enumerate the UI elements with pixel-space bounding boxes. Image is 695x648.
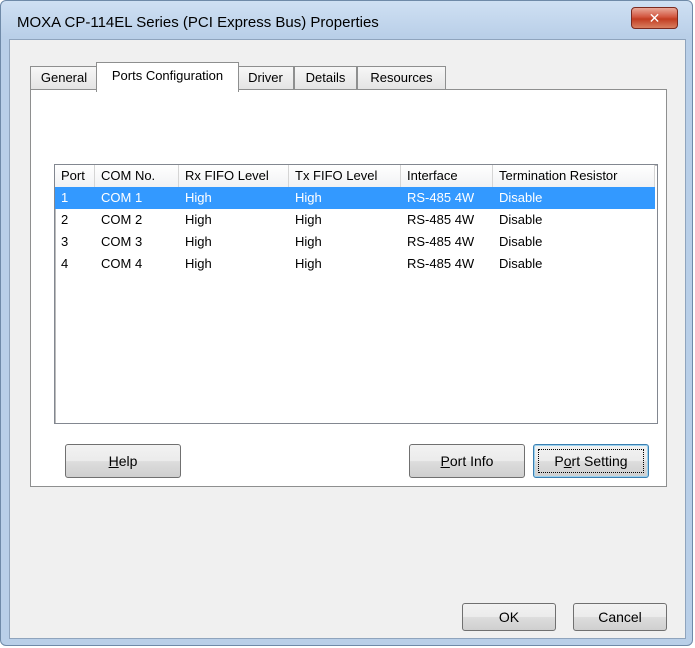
tab-ports-configuration[interactable]: Ports Configuration xyxy=(96,62,239,92)
cell-com-no: COM 1 xyxy=(101,190,143,205)
column-header-tx-fifo[interactable]: Tx FIFO Level xyxy=(289,165,401,187)
table-row[interactable]: 3 COM 3 High High RS-485 4W Disable xyxy=(55,231,655,253)
cell-interface: RS-485 4W xyxy=(407,234,475,249)
cell-tx-fifo: High xyxy=(295,190,322,205)
close-button[interactable]: ✕ xyxy=(631,7,678,29)
cell-com-no: COM 4 xyxy=(101,256,143,271)
title-bar[interactable]: MOXA CP-114EL Series (PCI Express Bus) P… xyxy=(1,1,692,41)
cell-rx-fifo: High xyxy=(185,212,212,227)
cancel-button[interactable]: Cancel xyxy=(573,603,667,631)
cell-port: 1 xyxy=(61,190,69,205)
cell-interface: RS-485 4W xyxy=(407,256,475,271)
cell-termination-resistor: Disable xyxy=(499,256,543,271)
table-row[interactable]: 2 COM 2 High High RS-485 4W Disable xyxy=(55,209,655,231)
column-header-com-no[interactable]: COM No. xyxy=(95,165,179,187)
close-icon: ✕ xyxy=(648,10,661,26)
cell-com-no: COM 2 xyxy=(101,212,143,227)
ports-list[interactable]: Port COM No. Rx FIFO Level Tx FIFO Level… xyxy=(54,164,658,424)
port-setting-label: rt Setting xyxy=(571,453,628,469)
tab-resources[interactable]: Resources xyxy=(357,66,446,90)
tab-general[interactable]: General xyxy=(30,66,98,90)
tab-driver[interactable]: Driver xyxy=(237,66,294,90)
cell-rx-fifo: High xyxy=(185,256,212,271)
port-setting-button[interactable]: Port Setting xyxy=(533,444,649,478)
cell-interface: RS-485 4W xyxy=(407,190,475,205)
column-header-port[interactable]: Port xyxy=(55,165,95,187)
column-header-interface[interactable]: Interface xyxy=(401,165,493,187)
cell-tx-fifo: High xyxy=(295,212,322,227)
cell-port: 3 xyxy=(61,234,69,249)
port-info-label: ort Info xyxy=(449,453,494,469)
cell-com-no: COM 3 xyxy=(101,234,143,249)
column-header-rx-fifo[interactable]: Rx FIFO Level xyxy=(179,165,289,187)
properties-window: MOXA CP-114EL Series (PCI Express Bus) P… xyxy=(0,0,693,646)
cell-port: 4 xyxy=(61,256,69,271)
cell-tx-fifo: High xyxy=(295,234,322,249)
tab-details[interactable]: Details xyxy=(294,66,357,90)
ports-configuration-panel: Port COM No. Rx FIFO Level Tx FIFO Level… xyxy=(30,89,667,487)
cell-interface: RS-485 4W xyxy=(407,212,475,227)
table-row[interactable]: 1 COM 1 High High RS-485 4W Disable xyxy=(55,187,655,209)
port-info-accel: P xyxy=(440,453,450,469)
ports-list-header: Port COM No. Rx FIFO Level Tx FIFO Level… xyxy=(55,165,657,187)
ok-button[interactable]: OK xyxy=(462,603,556,631)
cell-tx-fifo: High xyxy=(295,256,322,271)
port-info-button[interactable]: Port Info xyxy=(409,444,525,478)
port-setting-pre: P xyxy=(554,453,564,469)
help-button[interactable]: Help xyxy=(65,444,181,478)
help-accel: H xyxy=(108,453,119,469)
cell-termination-resistor: Disable xyxy=(499,212,543,227)
column-header-termination-resistor[interactable]: Termination Resistor xyxy=(493,165,655,187)
cell-port: 2 xyxy=(61,212,69,227)
cell-termination-resistor: Disable xyxy=(499,190,543,205)
port-setting-accel: o xyxy=(563,453,572,469)
dialog-client-area: General Ports Configuration Driver Detai… xyxy=(9,39,686,639)
help-label: elp xyxy=(118,453,138,469)
cell-termination-resistor: Disable xyxy=(499,234,543,249)
cell-rx-fifo: High xyxy=(185,190,212,205)
table-row[interactable]: 4 COM 4 High High RS-485 4W Disable xyxy=(55,253,655,275)
cell-rx-fifo: High xyxy=(185,234,212,249)
window-title: MOXA CP-114EL Series (PCI Express Bus) P… xyxy=(17,14,379,31)
